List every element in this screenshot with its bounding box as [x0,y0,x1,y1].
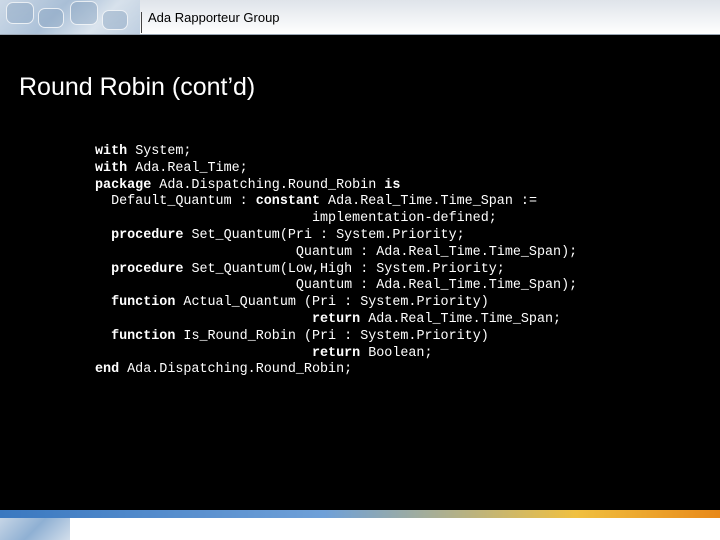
group-name: Ada Rapporteur Group [148,10,280,25]
code-keyword: end [95,362,120,378]
code-text: Default_Quantum : [95,194,256,210]
code-text: Ada.Dispatching.Round_Robin [151,177,385,193]
code-text: Ada.Real_Time.Time_Span := [320,194,537,210]
code-text: Quantum : Ada.Real_Time.Time_Span); [95,244,578,260]
code-line: procedure Set_Quantum(Low,High : System.… [95,262,695,279]
code-line: return Ada.Real_Time.Time_Span; [95,312,695,329]
code-keyword: constant [255,194,321,210]
code-line: with Ada.Real_Time; [95,161,695,178]
code-text: Boolean; [360,345,433,361]
footer-color-bar [0,510,720,518]
code-keyword: function [111,295,176,311]
code-line: function Actual_Quantum (Pri : System.Pr… [95,295,695,312]
code-text: implementation-defined; [95,211,497,227]
code-keyword: package [95,177,152,193]
code-keyword: procedure [111,261,184,277]
code-text: Actual_Quantum (Pri : System.Priority) [175,295,489,311]
code-keyword: procedure [111,227,184,243]
code-text: Quantum : Ada.Real_Time.Time_Span); [95,278,578,294]
code-keyword: with [95,144,128,159]
slide-title: Round Robin (cont’d) [19,73,256,101]
slide-header: Ada Rapporteur Group [0,0,720,35]
code-line: Default_Quantum : constant Ada.Real_Time… [95,194,695,211]
code-line: with System; [95,144,695,161]
code-line: Quantum : Ada.Real_Time.Time_Span); [95,245,695,262]
code-line: end Ada.Dispatching.Round_Robin; [95,362,695,379]
code-text: Is_Round_Robin (Pri : System.Priority) [175,328,489,344]
code-text: Ada.Real_Time.Time_Span; [360,311,562,327]
header-divider [141,12,142,33]
code-text: Ada.Dispatching.Round_Robin; [119,362,353,378]
code-line: package Ada.Dispatching.Round_Robin is [95,178,695,195]
code-line: Quantum : Ada.Real_Time.Time_Span); [95,278,695,295]
code-keyword: return [311,311,361,327]
code-line: procedure Set_Quantum(Pri : System.Prior… [95,228,695,245]
code-line: implementation-defined; [95,211,695,228]
code-keyword: return [311,345,361,361]
code-text: Set_Quantum(Pri : System.Priority; [183,227,465,243]
code-line: function Is_Round_Robin (Pri : System.Pr… [95,329,695,346]
code-line: return Boolean; [95,346,695,363]
code-keyword: with [95,160,128,176]
code-keyword: is [384,177,401,193]
code-text: Set_Quantum(Low,High : System.Priority; [183,261,505,277]
code-text: Ada.Real_Time; [127,160,248,176]
code-text: System; [127,144,192,159]
code-listing: with System; with Ada.Real_Time; package A… [95,144,695,379]
puzzle-logo-graphic [0,0,140,34]
code-keyword: function [111,328,176,344]
slide-footer [0,510,720,540]
footer-puzzle-graphic [0,518,70,540]
